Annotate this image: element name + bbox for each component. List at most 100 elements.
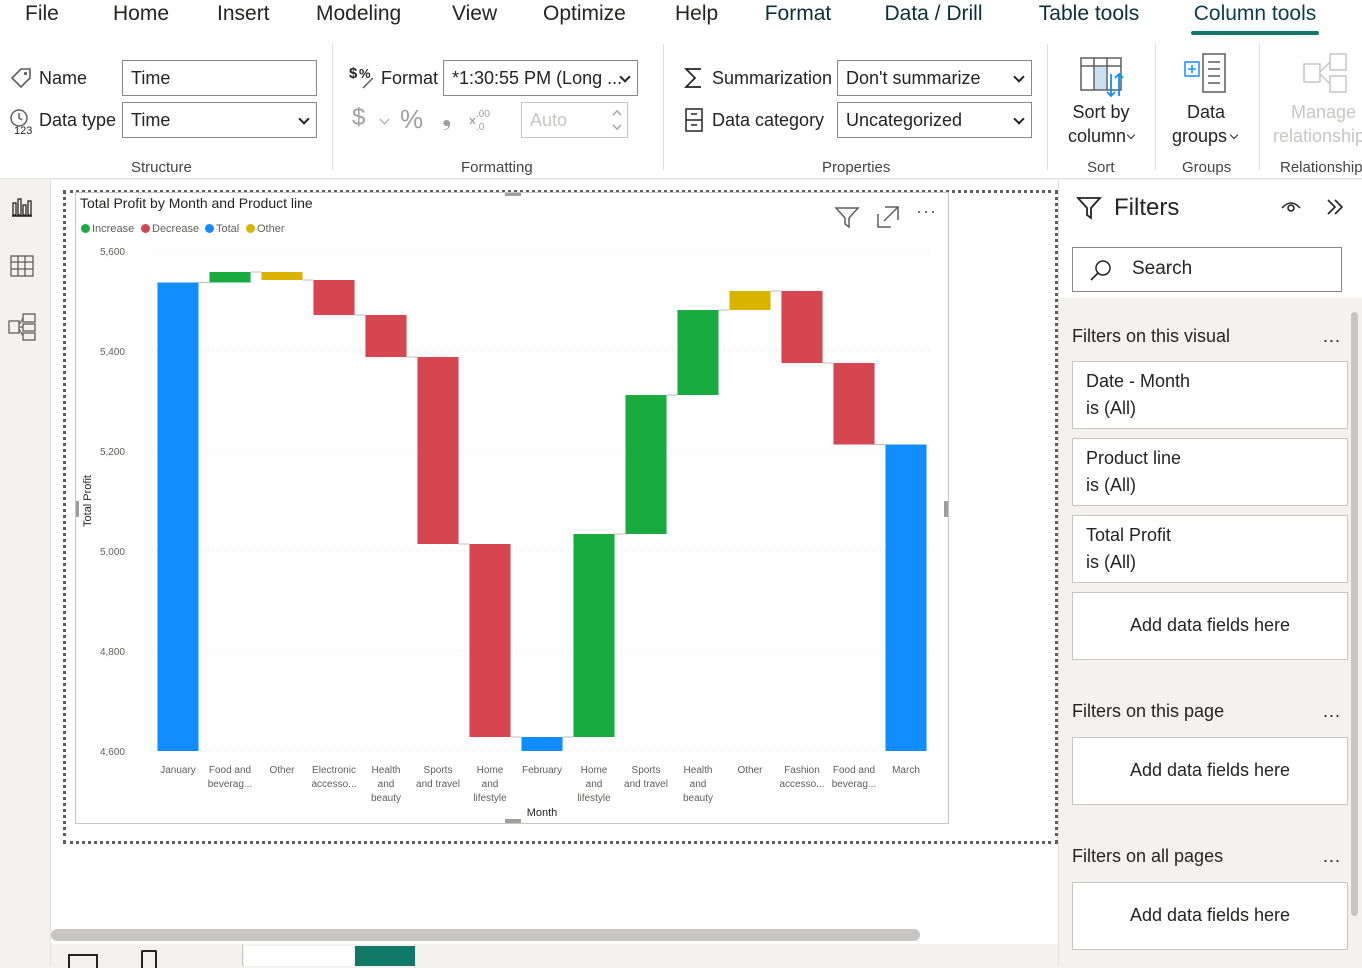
add-fields-label: Add data fields here [1129,615,1291,635]
tab-data-drill[interactable]: Data / Drill [866,0,1001,34]
report-canvas[interactable]: 5,600 5,400 5,200 5,000 4,800 4,600 Total Prof… [51,180,1058,946]
chevron-down-icon[interactable] [379,114,390,125]
formatting-group-label: Formatting [461,159,533,176]
tab-format[interactable]: Format [741,0,855,34]
resize-handle [505,193,521,196]
legend-marker [246,224,255,233]
datatype-value: Time [131,110,171,130]
legend-label: Total [216,223,240,235]
data-category-dropdown[interactable]: Uncategorized [837,102,1032,138]
x-tick-label: and travel [416,779,460,790]
decimals-spinner[interactable]: Auto [521,102,628,138]
chart-title: Total Profit by Month and Product line [80,195,313,211]
x-tick-label: accesso... [311,779,356,790]
legend-item-other[interactable]: Other [246,223,285,235]
format-dropdown[interactable]: *1:30:55 PM (Long ... [443,60,638,96]
tab-help[interactable]: Help [675,0,718,34]
filter-card-date-month[interactable]: Date - Month is (All) [1072,361,1348,429]
legend-item-increase[interactable]: Increase [81,223,134,235]
comma-style-button[interactable]: ❟ [442,104,451,132]
sort-by-column-button[interactable]: Sort by column [1062,50,1140,150]
structure-group-label: Structure [131,159,192,176]
data-groups-line2: groups [1171,126,1227,146]
filter-card-product-line[interactable]: Product line is (All) [1072,438,1348,506]
y-tick-label: 4,800 [100,647,125,658]
manage-relationships-line1: Manage [1291,102,1357,122]
waterfall-bar [469,544,511,737]
x-tick-label: and [690,779,707,790]
tab-table-tools[interactable]: Table tools [1014,0,1164,34]
chevron-down-icon [1013,71,1025,83]
relationships-icon [1303,53,1347,93]
add-page-button[interactable] [355,946,415,966]
summarization-dropdown[interactable]: Don't summarize [837,60,1032,96]
manage-relationships-line2: relationships [1273,126,1362,146]
sort-by-line2: column [1067,126,1126,146]
tab-optimize[interactable]: Optimize [543,0,626,34]
filter-icon [1076,197,1102,220]
canvas-horizontal-scrollbar[interactable] [51,929,920,941]
legend-item-decrease[interactable]: Decrease [141,223,199,235]
waterfall-chart-visual[interactable]: 5,600 5,400 5,200 5,000 4,800 4,600 Total Prof… [75,192,949,824]
x-tick-label: beauty [371,793,401,804]
filter-search-input[interactable]: Search [1072,247,1342,292]
data-groups-button[interactable]: Data groups [1165,50,1245,150]
data-groups-icon [1184,53,1226,93]
x-tick-label: and travel [624,779,668,790]
filters-scrollbar[interactable] [1351,312,1358,916]
table-view-icon[interactable] [10,255,34,277]
more-options-icon[interactable]: ... [1323,846,1341,867]
percent-button[interactable]: % [400,104,423,135]
filter-field-name: Total Profit [1086,525,1172,545]
x-tick-label: Sports [424,765,453,776]
chevron-down-icon [1013,113,1025,125]
tab-home[interactable]: Home [113,0,169,34]
tab-column-tools[interactable]: Column tools [1176,0,1334,34]
legend-marker [205,224,214,233]
more-options-icon[interactable]: ··· [916,201,937,222]
model-view-icon[interactable] [8,313,36,341]
data-groups-line1: Data [1186,102,1226,122]
add-fields-all-pages-dropzone[interactable]: Add data fields here [1072,882,1348,950]
filter-state: is (All) [1086,398,1136,418]
report-view-icon[interactable] [10,195,34,219]
format-label: Format [381,68,439,88]
focus-mode-icon[interactable] [876,205,900,229]
x-tick-label: Home [477,765,504,776]
decimal-places-icon[interactable]: .00 .0 [468,106,494,132]
y-tick-label: 5,200 [100,447,125,458]
svg-text:.00: .00 [476,109,490,120]
tab-view[interactable]: View [452,0,497,34]
y-tick-label: 5,600 [100,247,125,258]
add-fields-page-dropzone[interactable]: Add data fields here [1072,737,1348,805]
tab-file[interactable]: File [25,0,59,34]
name-input[interactable]: Time [122,60,317,96]
filters-on-page-label: Filters on this page [1072,701,1225,721]
tab-modeling[interactable]: Modeling [316,0,401,34]
sort-group-label: Sort [1087,159,1115,176]
waterfall-bar [157,282,199,751]
add-fields-visual-dropzone[interactable]: Add data fields here [1072,592,1348,660]
filter-state: is (All) [1086,552,1136,572]
filters-pane: Filters Search Filters on this visual ..… [1058,180,1362,966]
waterfall-bar [885,444,927,751]
filter-card-total-profit[interactable]: Total Profit is (All) [1072,515,1348,583]
collapse-pane-icon[interactable] [1325,197,1345,217]
tab-insert[interactable]: Insert [217,0,270,34]
more-options-icon[interactable]: ... [1323,701,1341,722]
more-options-icon[interactable]: ... [1323,326,1341,347]
legend-item-total[interactable]: Total [205,223,239,235]
manage-relationships-button[interactable]: Manage relationships [1268,50,1362,150]
add-fields-label: Add data fields here [1129,760,1291,780]
mobile-layout-icon[interactable] [141,950,157,968]
spinner-arrows-icon[interactable] [611,106,623,134]
filter-icon[interactable] [834,205,860,229]
summarization-value: Don't summarize [846,68,981,88]
currency-button[interactable]: $ [352,104,365,132]
ribbon-divider [1259,44,1260,170]
search-icon [1090,260,1111,281]
datatype-dropdown[interactable]: Time [122,102,317,138]
legend-label: Increase [92,223,135,235]
eye-icon[interactable] [1280,199,1302,215]
page-tab[interactable] [244,946,354,966]
